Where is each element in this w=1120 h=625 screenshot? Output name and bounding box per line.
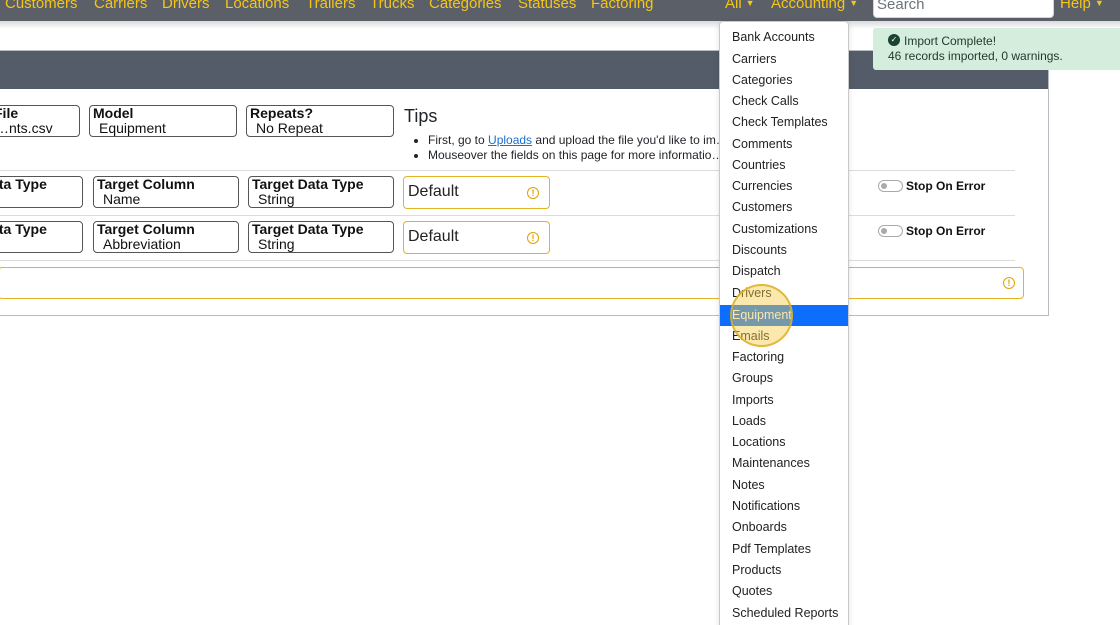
- target-column-label: Target Column: [97, 221, 195, 237]
- uploads-link[interactable]: Uploads: [488, 133, 532, 147]
- expression-input[interactable]: !: [0, 267, 1024, 299]
- tips-heading: Tips: [404, 106, 438, 126]
- menu-item-dispatch[interactable]: Dispatch: [720, 261, 848, 282]
- default-placeholder: Default: [408, 228, 459, 245]
- menu-item-groups[interactable]: Groups: [720, 368, 848, 389]
- menu-item-onboards[interactable]: Onboards: [720, 517, 848, 538]
- stop-on-error-toggle[interactable]: [878, 225, 903, 237]
- import-complete-toast: ✓ Import Complete! 46 records imported, …: [873, 28, 1120, 70]
- all-dropdown-menu: Bank Accounts Carriers Categories Check …: [719, 21, 849, 625]
- target-column-value: Abbreviation: [103, 236, 181, 252]
- nav-all-label: All: [725, 0, 742, 12]
- repeats-value: No Repeat: [256, 120, 323, 136]
- menu-item-quotes[interactable]: Quotes: [720, 581, 848, 602]
- target-data-type-select[interactable]: Target Data Type String: [248, 221, 394, 253]
- default-placeholder: Default: [408, 183, 459, 200]
- menu-item-check-calls[interactable]: Check Calls: [720, 91, 848, 112]
- target-column-select[interactable]: Target Column Abbreviation: [93, 221, 239, 253]
- target-data-type-label: Target Data Type: [252, 176, 364, 192]
- menu-item-drivers[interactable]: Drivers: [720, 283, 848, 304]
- nav-accounting-dropdown[interactable]: Accounting ▼: [771, 0, 858, 12]
- source-data-type-field[interactable]: Data Type: [0, 176, 83, 208]
- target-column-select[interactable]: Target Column Name: [93, 176, 239, 208]
- divider: [0, 170, 1015, 171]
- menu-item-currencies[interactable]: Currencies: [720, 176, 848, 197]
- nav-link-categories[interactable]: Categories: [429, 0, 502, 12]
- menu-item-products[interactable]: Products: [720, 560, 848, 581]
- default-value-input[interactable]: Default !: [403, 176, 550, 209]
- menu-item-comments[interactable]: Comments: [720, 134, 848, 155]
- top-navbar: Customers Carriers Drivers Locations Tra…: [0, 0, 1120, 21]
- nav-help-label: Help: [1060, 0, 1091, 12]
- menu-item-check-templates[interactable]: Check Templates: [720, 112, 848, 133]
- repeats-label: Repeats?: [250, 105, 314, 121]
- menu-item-locations[interactable]: Locations: [720, 432, 848, 453]
- data-type-label: Data Type: [0, 176, 47, 192]
- menu-item-emails[interactable]: Emails: [720, 326, 848, 347]
- repeats-select[interactable]: Repeats? No Repeat: [246, 105, 394, 137]
- model-value: Equipment: [99, 120, 166, 136]
- stop-on-error-label: Stop On Error: [906, 179, 986, 193]
- toast-title: Import Complete!: [904, 34, 997, 48]
- data-type-label: Data Type: [0, 221, 47, 237]
- toast-message: 46 records imported, 0 warnings.: [888, 49, 1063, 63]
- warning-icon: !: [527, 232, 539, 244]
- menu-item-factoring[interactable]: Factoring: [720, 347, 848, 368]
- tip-item: First, go to Uploads and upload the file…: [428, 133, 728, 148]
- target-column-label: Target Column: [97, 176, 195, 192]
- divider: [0, 260, 1015, 261]
- nav-link-statuses[interactable]: Statuses: [518, 0, 576, 12]
- caret-down-icon: ▼: [1094, 0, 1104, 8]
- target-data-type-select[interactable]: Target Data Type String: [248, 176, 394, 208]
- menu-item-equipment[interactable]: Equipment: [720, 305, 848, 326]
- nav-link-locations[interactable]: Locations: [225, 0, 289, 12]
- nav-accounting-label: Accounting: [771, 0, 846, 12]
- menu-item-imports[interactable]: Imports: [720, 390, 848, 411]
- file-field[interactable]: File …nts.csv: [0, 105, 80, 137]
- nav-help-dropdown[interactable]: Help ▼: [1060, 0, 1104, 12]
- menu-item-loads[interactable]: Loads: [720, 411, 848, 432]
- model-field[interactable]: Model Equipment: [89, 105, 237, 137]
- divider: [0, 215, 1015, 216]
- nav-link-trucks[interactable]: Trucks: [370, 0, 414, 12]
- menu-item-maintenances[interactable]: Maintenances: [720, 453, 848, 474]
- menu-item-carriers[interactable]: Carriers: [720, 49, 848, 70]
- stop-on-error-toggle[interactable]: [878, 180, 903, 192]
- search-input[interactable]: [873, 0, 1054, 18]
- stop-on-error-label: Stop On Error: [906, 224, 986, 238]
- source-data-type-field[interactable]: Data Type: [0, 221, 83, 253]
- default-value-input[interactable]: Default !: [403, 221, 550, 254]
- menu-item-customizations[interactable]: Customizations: [720, 219, 848, 240]
- menu-item-countries[interactable]: Countries: [720, 155, 848, 176]
- menu-item-notifications[interactable]: Notifications: [720, 496, 848, 517]
- menu-item-discounts[interactable]: Discounts: [720, 240, 848, 261]
- target-column-value: Name: [103, 191, 141, 207]
- target-data-type-label: Target Data Type: [252, 221, 364, 237]
- warning-icon: !: [1003, 277, 1015, 289]
- file-label: File: [0, 105, 19, 121]
- menu-item-scheduled-reports[interactable]: Scheduled Reports: [720, 603, 848, 624]
- caret-down-icon: ▼: [745, 0, 755, 8]
- model-label: Model: [93, 105, 134, 121]
- menu-item-bank-accounts[interactable]: Bank Accounts: [720, 27, 848, 48]
- nav-link-customers[interactable]: Customers: [5, 0, 78, 12]
- check-circle-icon: ✓: [888, 34, 900, 46]
- caret-down-icon: ▼: [849, 0, 859, 8]
- warning-icon: !: [527, 187, 539, 199]
- nav-link-drivers[interactable]: Drivers: [162, 0, 210, 12]
- menu-item-customers[interactable]: Customers: [720, 197, 848, 218]
- tip-item: Mouseover the fields on this page for mo…: [428, 148, 728, 163]
- target-data-type-value: String: [258, 191, 295, 207]
- nav-all-dropdown[interactable]: All ▼: [725, 0, 755, 12]
- tips-list: First, go to Uploads and upload the file…: [428, 133, 728, 163]
- nav-link-factoring[interactable]: Factoring: [591, 0, 654, 12]
- menu-item-pdf-templates[interactable]: Pdf Templates: [720, 539, 848, 560]
- nav-link-trailers[interactable]: Trailers: [306, 0, 355, 12]
- menu-item-notes[interactable]: Notes: [720, 475, 848, 496]
- target-data-type-value: String: [258, 236, 295, 252]
- file-value: …nts.csv: [0, 120, 53, 136]
- menu-item-categories[interactable]: Categories: [720, 70, 848, 91]
- nav-link-carriers[interactable]: Carriers: [94, 0, 147, 12]
